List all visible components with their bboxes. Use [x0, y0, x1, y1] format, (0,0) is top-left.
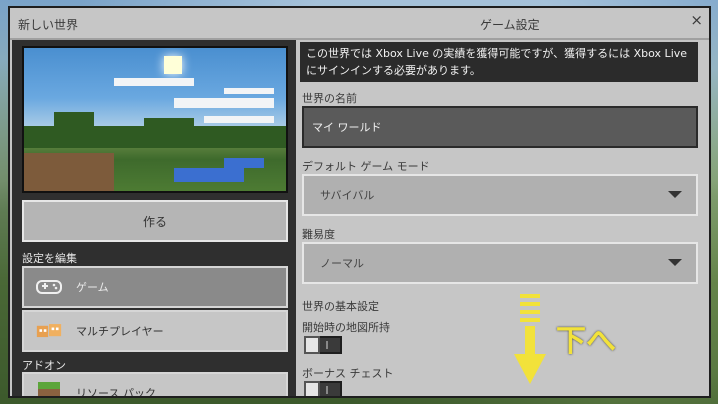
xbox-live-notice: この世界では Xbox Live の実績を獲得可能ですが、獲得するには Xbox… — [300, 42, 698, 82]
scroll-down-annotation: 下へ — [556, 324, 616, 359]
left-title: 新しい世界 — [18, 18, 79, 32]
difficulty-label: 難易度 — [302, 228, 335, 241]
addon-item-label: リソース パック — [76, 387, 156, 396]
close-icon[interactable]: × — [690, 11, 703, 29]
starting-map-label: 開始時の地図所持 — [302, 321, 390, 334]
settings-item-multiplayer-label: マルチプレイヤー — [76, 325, 164, 338]
toggle-knob — [304, 336, 320, 354]
create-button[interactable]: 作る — [22, 200, 288, 242]
chevron-down-icon — [668, 191, 682, 198]
game-mode-label: デフォルト ゲーム モード — [302, 160, 430, 173]
dirt-hill — [24, 153, 114, 191]
toggle-mark — [326, 386, 328, 394]
addons-label: アドオン — [22, 359, 66, 372]
edit-settings-label: 設定を編集 — [22, 252, 77, 265]
difficulty-dropdown[interactable]: ノーマル — [302, 242, 698, 284]
game-mode-dropdown[interactable]: サバイバル — [302, 174, 698, 216]
settings-item-multiplayer[interactable]: マルチプレイヤー — [22, 310, 288, 352]
game-settings-panel: この世界では Xbox Live の実績を獲得可能ですが、獲得するには Xbox… — [298, 40, 707, 396]
cloud — [174, 98, 274, 108]
title-bar: 新しい世界 ゲーム設定 × — [10, 8, 709, 40]
gamepad-icon — [36, 277, 62, 297]
starting-map-toggle[interactable] — [304, 336, 342, 354]
settings-item-game-label: ゲーム — [76, 281, 109, 294]
scroll-down-arrow-icon — [514, 294, 546, 384]
difficulty-value: ノーマル — [320, 257, 364, 270]
water — [224, 158, 264, 168]
world-name-input[interactable]: マイ ワールド — [302, 106, 698, 148]
addon-item-resource-packs[interactable]: リソース パック — [22, 372, 288, 396]
chevron-down-icon — [668, 259, 682, 266]
grass-block-icon — [36, 382, 62, 396]
cloud — [224, 88, 274, 94]
water — [174, 168, 244, 182]
world-preview-image — [22, 46, 288, 193]
tree — [54, 112, 94, 132]
world-name-label: 世界の名前 — [302, 92, 357, 105]
cloud — [204, 116, 274, 123]
game-mode-value: サバイバル — [320, 189, 375, 202]
bonus-chest-toggle[interactable] — [304, 381, 342, 396]
right-title: ゲーム設定 — [480, 18, 540, 32]
settings-item-game[interactable]: ゲーム — [22, 266, 288, 308]
toggle-mark — [326, 341, 328, 349]
tree — [144, 118, 194, 134]
left-panel: 作る 設定を編集 ゲーム マルチプレイヤー アドオン リソース パック — [12, 40, 296, 396]
cloud — [114, 78, 194, 86]
sun-icon — [164, 56, 182, 74]
toggle-knob — [304, 381, 320, 396]
bonus-chest-label: ボーナス チェスト — [302, 367, 394, 380]
basic-settings-label: 世界の基本設定 — [302, 300, 379, 313]
players-icon — [36, 321, 62, 341]
